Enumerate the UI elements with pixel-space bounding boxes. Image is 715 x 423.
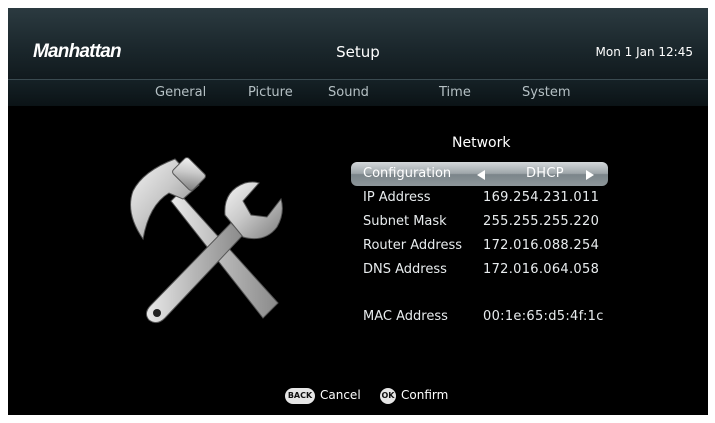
tv-screen: Manhattan Setup Mon 1 Jan 12:45 General … (8, 8, 708, 415)
mac-address-value: 00:1e:65:d5:4f:1c (483, 309, 604, 324)
date-time: Mon 1 Jan 12:45 (595, 45, 693, 59)
tab-bar: General Picture Sound Time System (8, 79, 708, 106)
configuration-value[interactable]: DHCP (526, 166, 564, 181)
subnet-mask-label: Subnet Mask (363, 214, 447, 229)
dns-address-value: 172.016.064.058 (483, 262, 600, 277)
configuration-label[interactable]: Configuration (363, 166, 451, 181)
network-title: Network (452, 135, 511, 151)
back-key-icon[interactable]: BACK (285, 388, 315, 404)
header-bar: Manhattan Setup Mon 1 Jan 12:45 (8, 8, 708, 79)
ip-address-label: IP Address (363, 190, 431, 205)
mac-address-label: MAC Address (363, 309, 448, 324)
tab-system[interactable]: System (522, 85, 570, 100)
ip-address-value: 169.254.231.011 (483, 190, 600, 205)
arrow-left-icon[interactable] (477, 170, 485, 180)
tab-general[interactable]: General (155, 85, 206, 100)
router-address-value: 172.016.088.254 (483, 238, 600, 253)
hammer-and-wrench-icon (130, 157, 283, 324)
ok-key-icon[interactable]: OK (380, 388, 396, 404)
cancel-label[interactable]: Cancel (320, 388, 361, 402)
tab-picture[interactable]: Picture (248, 85, 293, 100)
confirm-label[interactable]: Confirm (401, 388, 448, 402)
subnet-mask-value: 255.255.255.220 (483, 214, 600, 229)
tab-sound[interactable]: Sound (328, 85, 369, 100)
dns-address-label: DNS Address (363, 262, 447, 277)
arrow-right-icon[interactable] (586, 170, 594, 180)
router-address-label: Router Address (363, 238, 462, 253)
tab-time[interactable]: Time (439, 85, 471, 100)
